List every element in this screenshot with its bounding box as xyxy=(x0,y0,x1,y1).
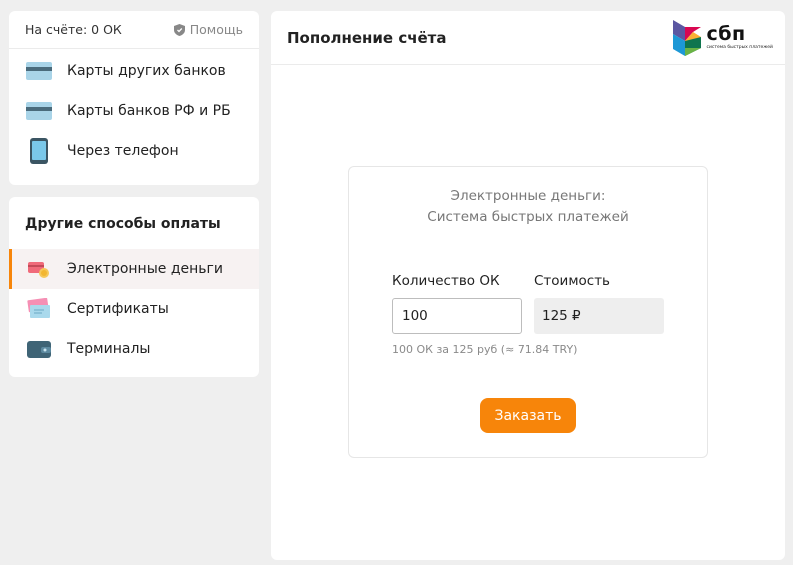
certificate-icon xyxy=(26,296,52,322)
help-link[interactable]: Помощь xyxy=(173,22,243,37)
help-label: Помощь xyxy=(189,22,243,37)
cost-label: Стоимость xyxy=(534,273,611,289)
method-terminals[interactable]: Терминалы xyxy=(9,329,259,369)
e-money-icon xyxy=(26,256,52,282)
top-up-panel: Пополнение счёта сбп система быстрых пла… xyxy=(271,11,785,560)
payment-fields: Количество ОК Стоимость 125 ₽ 100 ОК за … xyxy=(392,273,672,356)
qty-label: Количество ОК xyxy=(392,273,500,289)
method-label: Электронные деньги xyxy=(67,261,223,277)
sbp-logo: сбп система быстрых платежей xyxy=(671,18,774,58)
method-rf-rb-bank-cards[interactable]: Карты банков РФ и РБ xyxy=(9,91,259,131)
card-icon xyxy=(26,98,52,124)
method-certificates[interactable]: Сертификаты xyxy=(9,289,259,329)
method-other-bank-cards[interactable]: Карты других банков xyxy=(9,51,259,91)
method-label: Карты других банков xyxy=(67,63,226,79)
cost-field: 125 ₽ xyxy=(534,298,664,334)
card-icon xyxy=(26,58,52,84)
method-label: Через телефон xyxy=(67,143,179,159)
balance-bar: На счёте: 0 ОК Помощь xyxy=(9,11,259,49)
payment-form: Электронные деньги: Система быстрых плат… xyxy=(348,166,708,458)
shield-icon xyxy=(173,23,185,36)
payment-heading-line1: Электронные деньги: xyxy=(450,188,606,204)
method-label: Сертификаты xyxy=(67,301,169,317)
payment-heading-line2: Система быстрых платежей xyxy=(427,209,629,225)
sbp-logo-icon xyxy=(672,19,701,56)
method-label: Карты банков РФ и РБ xyxy=(67,103,231,119)
top-up-header: Пополнение счёта сбп система быстрых пла… xyxy=(271,11,785,65)
other-methods-card: Другие способы оплаты Электронные деньги… xyxy=(9,197,259,377)
method-label: Терминалы xyxy=(67,341,151,357)
conversion-hint: 100 ОК за 125 руб (≈ 71.84 TRY) xyxy=(392,343,578,356)
page-title: Пополнение счёта xyxy=(287,28,447,47)
sbp-logo-subtitle: система быстрых платежей xyxy=(706,45,774,50)
phone-icon xyxy=(26,138,52,164)
qty-input[interactable] xyxy=(392,298,522,334)
balance-label: На счёте: 0 ОК xyxy=(25,22,122,37)
wallet-icon xyxy=(26,336,52,362)
sbp-logo-word: сбп xyxy=(706,23,746,45)
method-phone[interactable]: Через телефон xyxy=(9,131,259,171)
order-button[interactable]: Заказать xyxy=(480,398,576,433)
payment-methods-card: На счёте: 0 ОК Помощь Карты других банко… xyxy=(9,11,259,185)
payment-heading: Электронные деньги: Система быстрых плат… xyxy=(349,186,707,228)
method-e-money[interactable]: Электронные деньги xyxy=(9,249,259,289)
other-methods-title: Другие способы оплаты xyxy=(25,216,221,232)
